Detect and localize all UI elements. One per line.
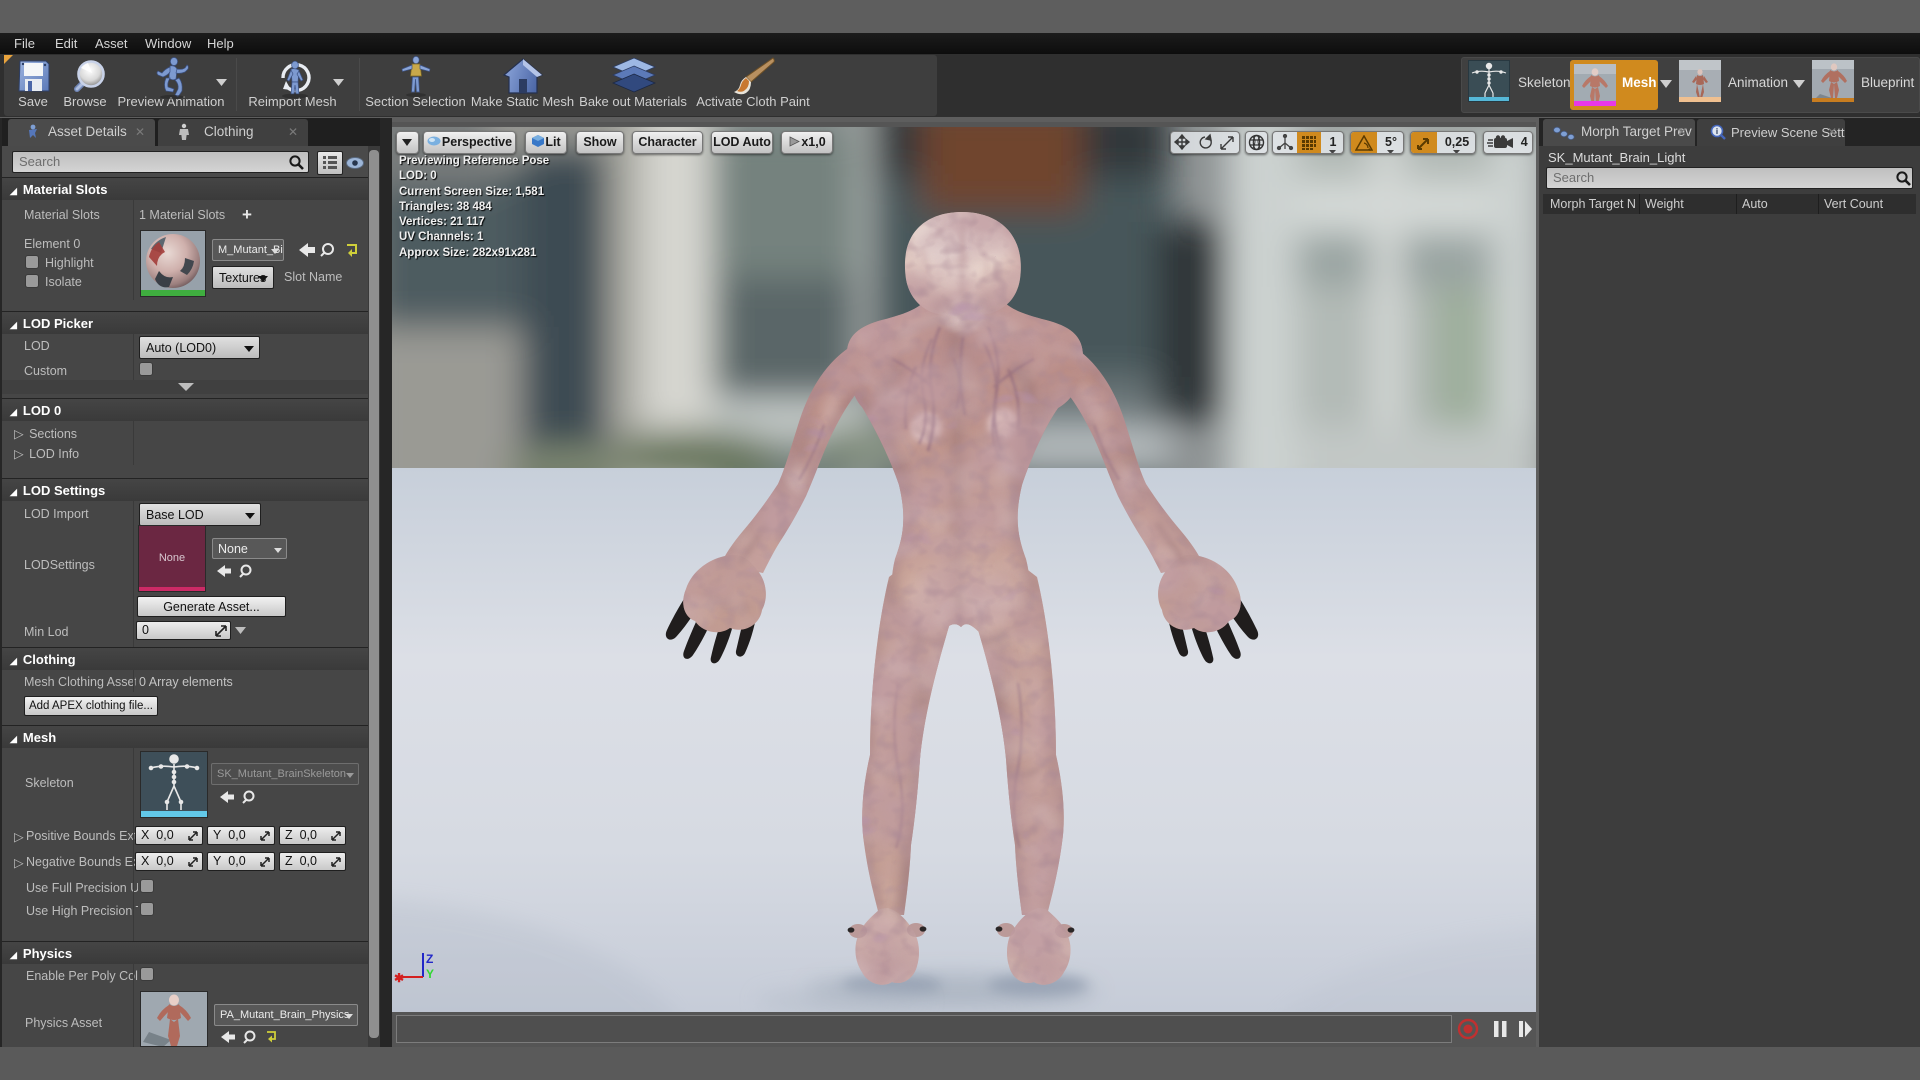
svg-text:Y: Y — [426, 967, 434, 981]
svg-text:i: i — [1716, 127, 1718, 136]
svg-text:Z: Z — [426, 952, 433, 966]
svg-text:✱: ✱ — [394, 971, 404, 985]
